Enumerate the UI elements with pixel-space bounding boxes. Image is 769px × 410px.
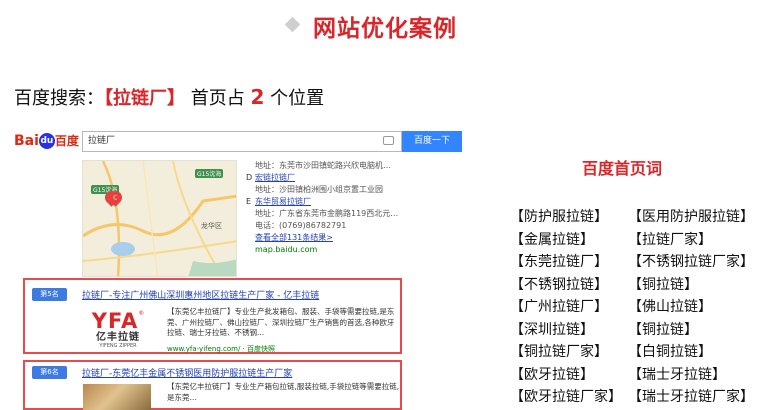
local-address: 地址：沙田镇柏洲围小组京置工业园 (255, 185, 383, 194)
keywords-right-column: 【医用防护服拉链】 【拉链厂家】 【不锈钢拉链厂家】 【铜拉链】 【佛山拉链】 … (628, 206, 754, 409)
yfa-logo[interactable]: YFA® 亿丰拉链 YIFENG ZIPPER (88, 310, 148, 350)
rank-badge: 第5名 (32, 288, 67, 301)
logo-en: YIFENG ZIPPER (99, 343, 137, 349)
result-title-link[interactable]: 拉链厂-专注广州佛山深圳惠州地区拉链生产厂家 - 亿丰拉链 (82, 288, 319, 301)
pin-letter: C (113, 194, 118, 202)
logo-cn: 亿丰拉链 (96, 332, 140, 343)
keyword-item: 【医用防护服拉链】 (628, 209, 754, 225)
result-url[interactable]: www.yfa-yifeng.com/ · 百度快照 (167, 344, 275, 354)
search-result-card: 第6名 拉链厂-东莞亿丰金属不锈钢医用防护服拉链生产厂家 【东莞亿丰拉链厂】专业… (23, 360, 402, 410)
result-letter: E (246, 197, 252, 206)
result-thumbnail[interactable] (83, 384, 151, 410)
map-thumbnail[interactable]: G15沈海 G15沈海 龙华区 A C (82, 160, 237, 277)
baidu-logo[interactable]: Bai du 百度 (14, 131, 80, 151)
map-label: 龙华区 (201, 222, 222, 230)
keyword-item: 【广州拉链厂】 (510, 299, 608, 315)
search-mid: 首页占 (190, 88, 245, 109)
local-phone: 电话：(0769)86782791 (255, 221, 347, 230)
keyword-item: 【白铜拉链】 (628, 344, 712, 360)
keywords-left-column: 【防护服拉链】 【金属拉链】 【东莞拉链厂】 【不锈钢拉链】 【广州拉链厂】 【… (510, 206, 622, 409)
result-description: 【东莞亿丰拉链厂】专业生产批发箱包、服装、手袋等需要拉链,是东莞、广州拉链厂、佛… (167, 307, 395, 337)
search-prefix: 百度搜索： (14, 88, 104, 109)
local-result-link[interactable]: 宏链拉链厂 (255, 173, 295, 182)
keyword-item: 【东莞拉链厂】 (510, 254, 608, 270)
local-result-link[interactable]: 东华贸易拉链厂 (255, 197, 311, 206)
search-count: 2 (250, 85, 265, 109)
paw-icon: du (38, 133, 55, 149)
search-result-card: 第5名 拉链厂-专注广州佛山深圳惠州地区拉链生产厂家 - 亿丰拉链 YFA® 亿… (23, 278, 402, 354)
result-letter: D (246, 173, 253, 182)
search-input[interactable]: 拉链厂 (82, 131, 402, 152)
rank-badge: 第6名 (32, 366, 67, 379)
keyword-item: 【欧牙拉链】 (510, 366, 594, 383)
local-address: 地址：广东省东莞市金鹏路119西北元… (255, 209, 399, 218)
keyword-item: 【拉链厂家】 (628, 231, 712, 248)
baidu-logo-cn: 百度 (54, 134, 79, 148)
keyword-item: 【佛山拉链】 (628, 299, 712, 315)
keyword-item: 【深圳拉链】 (510, 321, 594, 338)
local-address: 地址：东莞市沙田镇蛇路兴欣电脑机… (255, 161, 391, 170)
search-button[interactable]: 百度一下 (402, 131, 462, 152)
local-results: 地址：东莞市沙田镇蛇路兴欣电脑机… D 宏链拉链厂 地址：沙田镇柏洲围小组京置工业… (246, 160, 398, 256)
result-title-link[interactable]: 拉链厂-东莞亿丰金属不锈钢医用防护服拉链生产厂家 (82, 366, 292, 379)
view-all-link[interactable]: 查看全部131条结果> (255, 233, 333, 242)
keyword-item: 【欧牙拉链厂家】 (510, 389, 622, 405)
map-source-url[interactable]: map.baidu.com (255, 245, 317, 254)
keyword-item: 【防护服拉链】 (510, 209, 608, 225)
diamond-icon (284, 16, 301, 33)
map-roads (83, 161, 236, 276)
keyword-item: 【铜拉链】 (628, 321, 698, 338)
baidu-logo-text: Bai (14, 133, 39, 149)
logo-text: YFA (91, 309, 139, 333)
road-badge: G15沈海 (195, 169, 224, 178)
keyword-item: 【铜拉链厂家】 (510, 344, 608, 360)
keyword-item: 【金属拉链】 (510, 231, 594, 248)
keyword-item: 【铜拉链】 (628, 276, 698, 293)
search-keyword: 【拉链厂】 (104, 88, 185, 109)
camera-icon[interactable] (383, 136, 394, 145)
keyword-item: 【瑞士牙拉链】 (628, 366, 726, 383)
keyword-item: 【瑞士牙拉链厂家】 (628, 389, 754, 405)
keyword-item: 【不锈钢拉链厂家】 (628, 254, 754, 270)
search-summary: 百度搜索：【拉链厂】 首页占 2 个位置 (14, 84, 324, 110)
keyword-item: 【不锈钢拉链】 (510, 276, 608, 293)
search-suffix: 个位置 (270, 88, 325, 109)
keywords-title: 百度首页词 (582, 159, 663, 178)
registered-mark: ® (138, 310, 145, 317)
page-title: 网站优化案例 (313, 16, 457, 42)
